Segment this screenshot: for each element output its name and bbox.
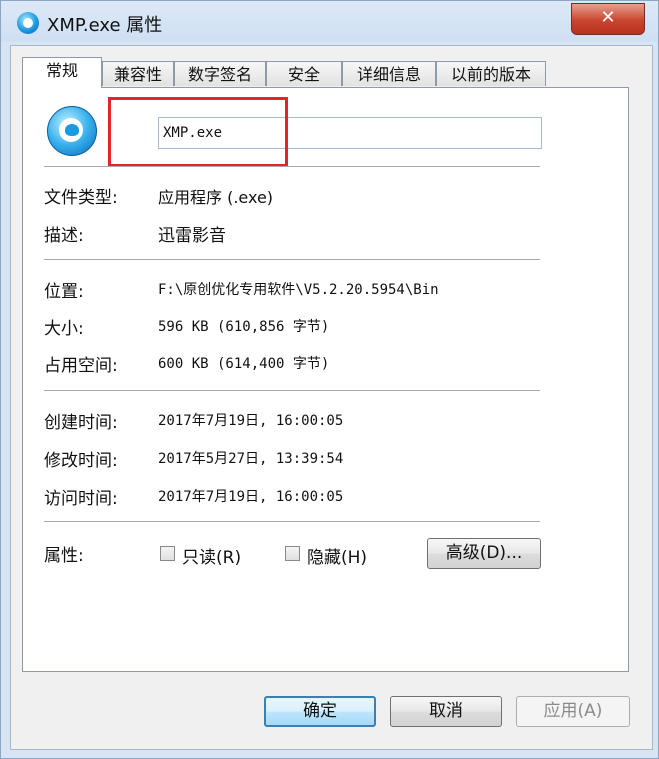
close-button[interactable]: ✕ — [571, 3, 645, 35]
highlight-annotation-box — [108, 97, 288, 167]
disk-size-value: 600 KB (614,400 字节) — [158, 356, 330, 372]
description-label: 描述: — [44, 226, 84, 246]
xmp-app-icon — [47, 106, 97, 156]
tab-previous-versions[interactable]: 以前的版本 — [436, 61, 546, 86]
ok-button[interactable]: 确定 — [264, 696, 376, 727]
accessed-value: 2017年7月19日, 16:00:05 — [158, 489, 344, 505]
hidden-checkbox[interactable] — [285, 546, 300, 561]
file-type-value: 应用程序 (.exe) — [158, 188, 274, 207]
file-type-label: 文件类型: — [44, 188, 118, 208]
location-label: 位置: — [44, 282, 84, 302]
created-label: 创建时间: — [44, 413, 118, 433]
app-icon — [17, 12, 39, 34]
modified-value: 2017年5月27日, 13:39:54 — [158, 451, 344, 467]
divider — [44, 521, 540, 523]
divider — [44, 166, 540, 168]
title-bar: XMP.exe 属性 ✕ — [1, 1, 658, 43]
hidden-label[interactable]: 隐藏(H) — [307, 543, 367, 568]
attributes-label: 属性: — [44, 546, 84, 566]
divider — [44, 259, 540, 261]
divider — [44, 390, 540, 392]
tab-compatibility[interactable]: 兼容性 — [102, 61, 174, 86]
disk-size-label: 占用空间: — [44, 356, 118, 376]
general-tab-panel — [22, 87, 629, 672]
cancel-button[interactable]: 取消 — [390, 696, 502, 727]
modified-label: 修改时间: — [44, 451, 118, 471]
size-value: 596 KB (610,856 字节) — [158, 319, 330, 335]
tab-security[interactable]: 安全 — [266, 61, 342, 86]
location-value: F:\原创优化专用软件\V5.2.20.5954\Bin — [158, 282, 439, 298]
apply-button[interactable]: 应用(A) — [516, 696, 630, 727]
tab-digital-signatures[interactable]: 数字签名 — [174, 61, 266, 86]
tab-general[interactable]: 常规 — [22, 57, 102, 88]
advanced-button[interactable]: 高级(D)... — [427, 538, 541, 569]
created-value: 2017年7月19日, 16:00:05 — [158, 413, 344, 429]
accessed-label: 访问时间: — [44, 489, 118, 509]
window-title: XMP.exe 属性 — [47, 15, 163, 36]
readonly-label[interactable]: 只读(R) — [182, 543, 241, 568]
tab-details[interactable]: 详细信息 — [342, 61, 436, 86]
size-label: 大小: — [44, 319, 84, 339]
readonly-checkbox[interactable] — [160, 546, 175, 561]
description-value: 迅雷影音 — [158, 226, 226, 246]
